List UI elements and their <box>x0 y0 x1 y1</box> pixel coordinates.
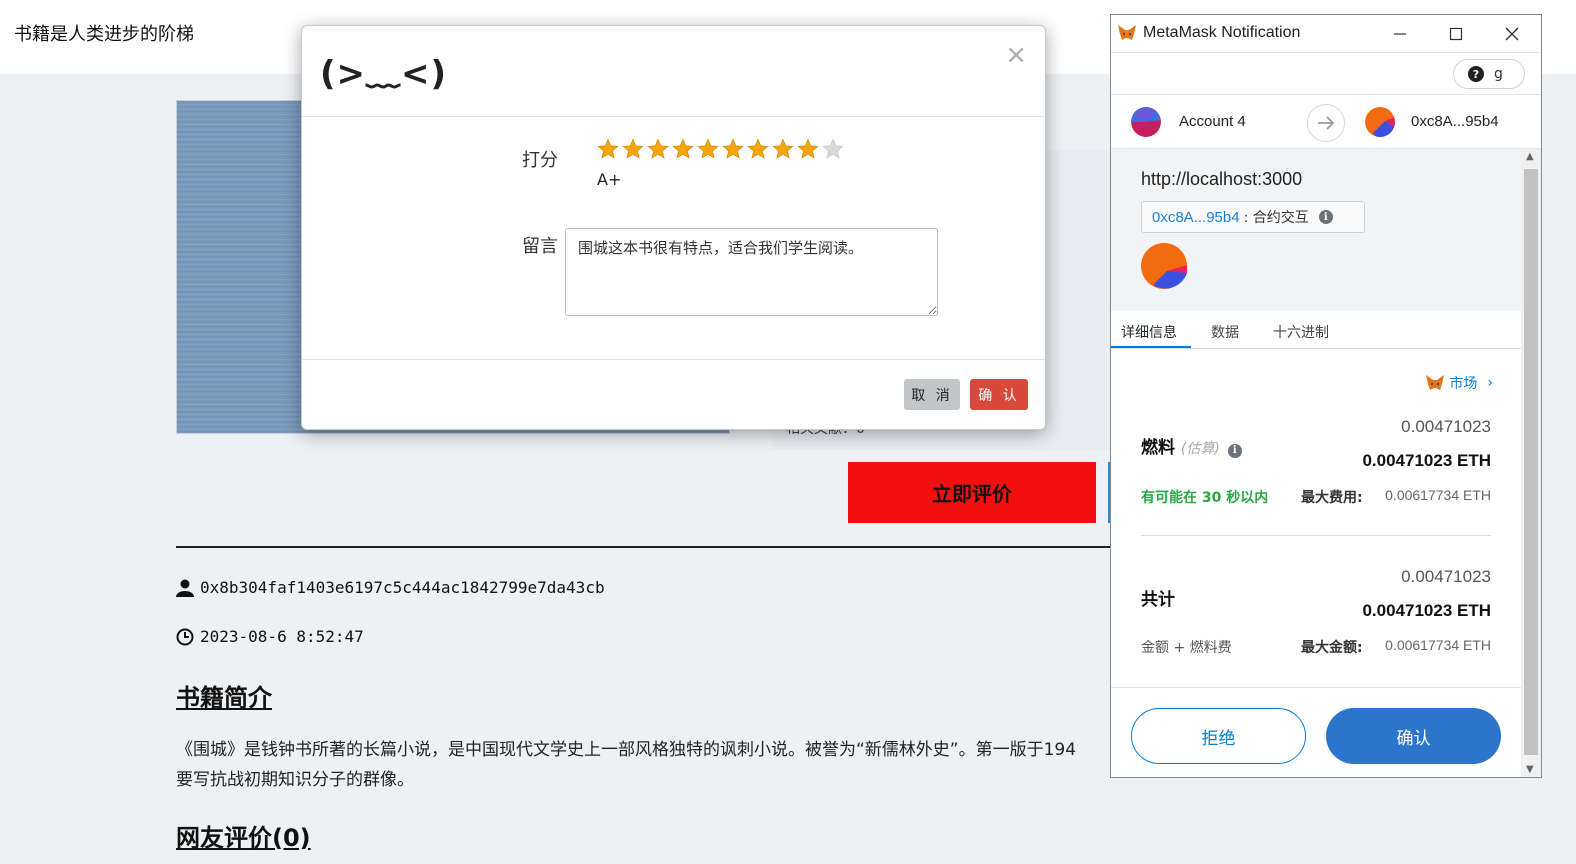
star-filled-icon[interactable] <box>647 138 669 160</box>
section-divider <box>176 546 1112 548</box>
max-fee-label: 最大费用: <box>1301 490 1363 506</box>
comment-textarea[interactable]: 围城这本书很有特点，适合我们学生阅读。 <box>565 228 938 316</box>
author-row: 0x8b304faf1403e6197c5c444ac1842799e7da43… <box>176 578 605 597</box>
help-pill-text: g <box>1494 66 1503 82</box>
gas-info-icon[interactable]: i <box>1227 443 1242 458</box>
gas-eta: 有可能在 30 秒以内 <box>1141 490 1269 506</box>
market-label: 市场 <box>1449 376 1478 392</box>
action-footer: 拒绝 确认 <box>1111 687 1521 777</box>
time-row: 2023-08-6 8:52:47 <box>176 627 364 646</box>
scroll-up-icon[interactable]: ▲ <box>1526 151 1534 162</box>
contract-address[interactable]: 0xc8A...95b4 <box>1152 209 1240 226</box>
info-icon[interactable]: i <box>1318 210 1333 224</box>
user-icon <box>176 579 194 597</box>
contract-interaction-pill[interactable]: 0xc8A...95b4 : 合约交互 i <box>1141 201 1365 233</box>
origin-avatar <box>1141 243 1187 289</box>
intro-line-2: 要写抗战初期知识分子的群像。 <box>176 770 414 790</box>
mm-top-bar: ? g <box>1111 53 1541 95</box>
star-empty-icon[interactable] <box>822 138 844 160</box>
mm-confirm-button[interactable]: 确认 <box>1326 708 1501 764</box>
gas-estimate-tag: (估算) <box>1180 441 1220 457</box>
detail-tabs: 详细信息 数据 十六进制 <box>1111 311 1521 349</box>
origin-area: http://localhost:3000 0xc8A...95b4 : 合约交… <box>1111 149 1521 311</box>
score-label: 打分 <box>522 150 558 171</box>
total-sub-label: 金额 + 燃料费 <box>1141 640 1232 656</box>
intro-heading: 书籍简介 <box>176 684 272 712</box>
star-filled-icon[interactable] <box>797 138 819 160</box>
rating-modal: (>﹏<) × 打分 A+ 留言 围城这本书很有特点，适合我们学生阅读。 取 消… <box>301 25 1046 430</box>
intro-line-1: 《围城》是钱钟书所著的长篇小说，是中国现代文学史上一部风格独特的讽刺小说。被誉为… <box>176 740 1077 760</box>
gas-amount-eth: 0.00471023 ETH <box>1362 451 1491 470</box>
reviews-heading: 网友评价(0) <box>176 824 311 852</box>
max-amount-value: 0.00617734 ETH <box>1385 637 1491 653</box>
star-filled-icon[interactable] <box>722 138 744 160</box>
contract-label: : 合约交互 <box>1243 210 1309 226</box>
author-address: 0x8b304faf1403e6197c5c444ac1842799e7da43… <box>200 578 605 597</box>
close-icon[interactable]: × <box>1005 40 1027 70</box>
origin-url: http://localhost:3000 <box>1141 169 1303 189</box>
to-address[interactable]: 0xc8A...95b4 <box>1411 113 1499 130</box>
grade-text: A+ <box>597 170 622 189</box>
star-filled-icon[interactable] <box>597 138 619 160</box>
scroll-down-icon[interactable]: ▼ <box>1526 764 1534 775</box>
site-title: 书籍是人类进步的阶梯 <box>14 24 194 45</box>
chevron-right-icon: › <box>1487 375 1493 391</box>
tab-hex[interactable]: 十六进制 <box>1273 322 1329 342</box>
from-account-avatar[interactable] <box>1131 107 1161 137</box>
metamask-fox-icon <box>1118 25 1136 40</box>
total-amount-eth: 0.00471023 ETH <box>1362 601 1491 620</box>
from-account-name[interactable]: Account 4 <box>1179 113 1246 130</box>
max-fee-value: 0.00617734 ETH <box>1385 487 1491 503</box>
fee-details: 市场 › 燃料 (估算) i 0.00471023 0.00471023 ETH… <box>1111 349 1521 777</box>
window-title: MetaMask Notification <box>1143 24 1301 41</box>
sender-recipient-bar: Account 4 0xc8A...95b4 <box>1111 95 1541 149</box>
help-icon: ? <box>1468 66 1484 82</box>
intro-text: 《围城》是钱钟书所著的长篇小说，是中国现代文学史上一部风格独特的讽刺小说。被誉为… <box>176 735 1111 797</box>
modal-header-divider <box>302 116 1045 117</box>
help-pill[interactable]: ? g <box>1453 59 1525 89</box>
gas-row-label: 燃料 (估算) i <box>1141 433 1242 458</box>
tab-details[interactable]: 详细信息 <box>1121 322 1177 342</box>
review-now-button[interactable]: 立即评价 <box>848 462 1096 523</box>
comment-label: 留言 <box>522 236 558 257</box>
metamask-window: MetaMask Notification ? g Account 4 0xc8… <box>1110 14 1542 778</box>
timestamp: 2023-08-6 8:52:47 <box>200 627 364 646</box>
window-close-icon[interactable] <box>1497 21 1527 47</box>
arrow-right-icon <box>1307 104 1345 142</box>
modal-title-emoticon: (>﹏<) <box>320 54 448 94</box>
confirm-content: http://localhost:3000 0xc8A...95b4 : 合约交… <box>1111 149 1521 777</box>
scrollbar[interactable]: ▲ ▼ <box>1521 149 1541 777</box>
star-filled-icon[interactable] <box>747 138 769 160</box>
scroll-thumb[interactable] <box>1524 169 1538 755</box>
star-filled-icon[interactable] <box>772 138 794 160</box>
maximize-icon[interactable] <box>1441 21 1471 47</box>
gas-amount: 0.00471023 <box>1401 417 1491 436</box>
max-amount-label: 最大金额: <box>1301 640 1363 656</box>
gas-label: 燃料 <box>1141 438 1175 458</box>
star-filled-icon[interactable] <box>672 138 694 160</box>
window-titlebar[interactable]: MetaMask Notification <box>1111 15 1541 53</box>
star-filled-icon[interactable] <box>622 138 644 160</box>
clock-icon <box>176 628 194 645</box>
active-tab-indicator <box>1111 346 1191 348</box>
market-link[interactable]: 市场 › <box>1425 373 1493 393</box>
reject-button[interactable]: 拒绝 <box>1131 708 1306 764</box>
star-filled-icon[interactable] <box>697 138 719 160</box>
fee-divider <box>1141 535 1491 536</box>
metamask-fox-icon <box>1426 375 1445 390</box>
tab-data[interactable]: 数据 <box>1211 322 1239 342</box>
total-label: 共计 <box>1141 590 1175 610</box>
modal-footer-divider <box>302 359 1045 360</box>
star-rating[interactable] <box>597 138 844 160</box>
total-amount: 0.00471023 <box>1401 567 1491 586</box>
minimize-icon[interactable] <box>1385 21 1415 47</box>
to-address-avatar[interactable] <box>1365 107 1395 137</box>
confirm-button[interactable]: 确 认 <box>970 379 1028 410</box>
cancel-button[interactable]: 取 消 <box>904 379 960 410</box>
